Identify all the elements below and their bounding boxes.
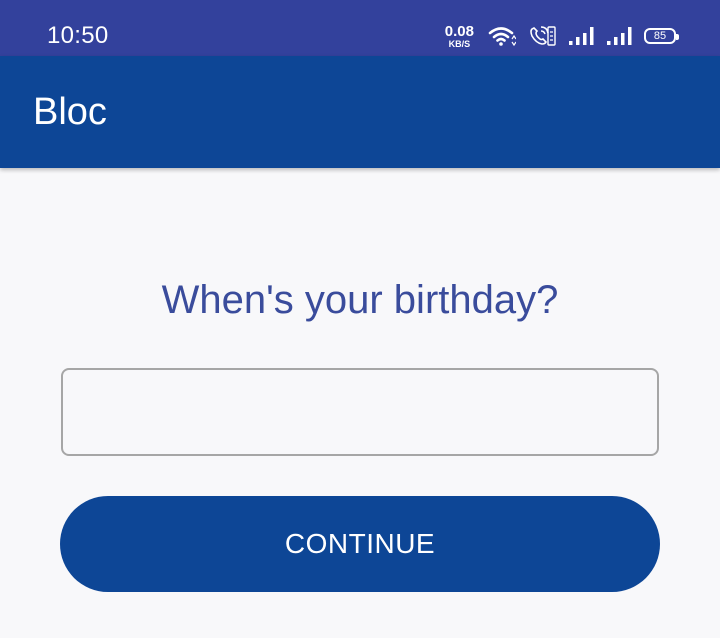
app-title: Bloc	[33, 91, 107, 133]
battery-icon: 85	[644, 28, 679, 44]
status-bar: 10:50 0.08 KB/S 85	[0, 0, 720, 56]
status-time: 10:50	[47, 22, 109, 49]
signal-icon	[607, 27, 632, 45]
birthday-input[interactable]	[61, 368, 659, 456]
continue-button[interactable]: CONTINUE	[60, 496, 660, 592]
signal-icon	[569, 27, 594, 45]
status-icons: 0.08 KB/S 85	[445, 22, 679, 50]
network-speed: 0.08 KB/S	[445, 24, 474, 49]
network-speed-unit: KB/S	[448, 38, 471, 49]
wifi-icon	[488, 27, 516, 47]
app-bar: Bloc	[0, 56, 720, 168]
network-speed-value: 0.08	[444, 22, 474, 40]
birthday-question: When's your birthday?	[161, 278, 559, 322]
volte-call-icon	[530, 26, 556, 46]
